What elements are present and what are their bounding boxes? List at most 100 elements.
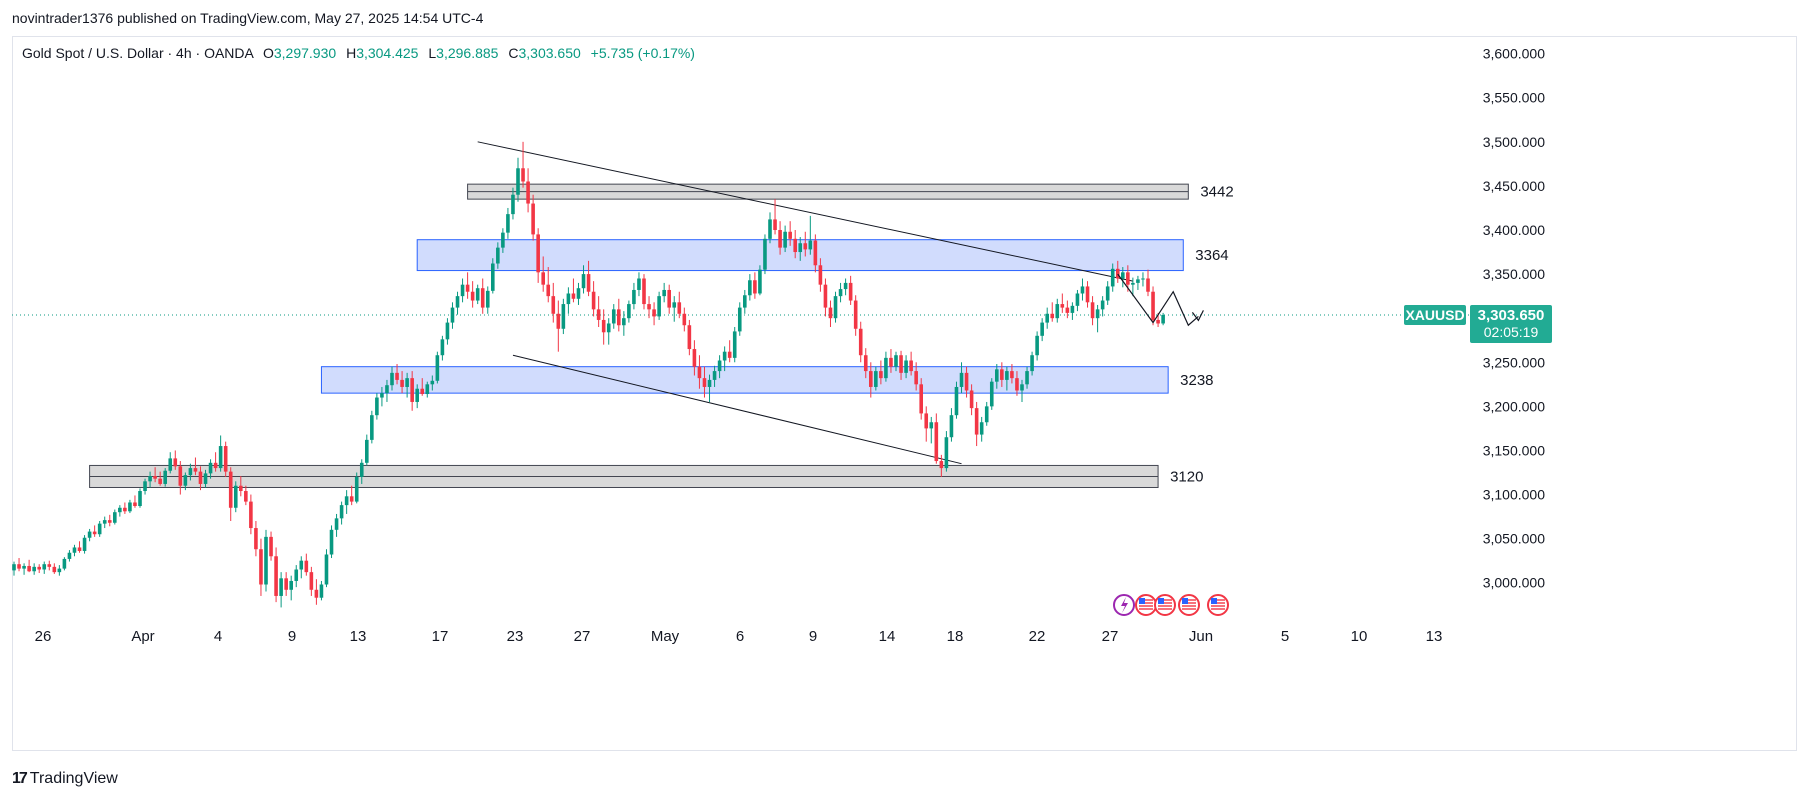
candle-body: [803, 243, 808, 250]
candle-body: [506, 214, 510, 233]
candle-body: [823, 284, 828, 308]
candle-body: [944, 437, 949, 469]
candle-body: [969, 390, 974, 409]
candle-body: [798, 243, 803, 253]
us-flag-canton: [1139, 598, 1145, 604]
candle-body: [929, 422, 934, 429]
candle-body: [647, 304, 651, 310]
candle-body: [410, 378, 414, 402]
candle-body: [1070, 305, 1075, 313]
x-tick-label: 9: [288, 628, 296, 645]
x-tick-label: 13: [1426, 628, 1443, 645]
candle-body: [213, 462, 218, 469]
tradingview-logo[interactable]: 17 TradingView: [12, 770, 118, 788]
candle-body: [460, 284, 465, 297]
us-flag-canton: [1211, 598, 1217, 604]
candle-body: [97, 523, 102, 535]
y-tick-label: 3,350.000: [1483, 266, 1545, 282]
price-chart[interactable]: 3442 3364 3238 3120 3,000.000 3,050.000 3,100.…: [0, 0, 1814, 800]
legend-open-label: O: [262, 45, 274, 61]
candle-body: [1105, 286, 1110, 301]
x-tick-label: 22: [1029, 628, 1046, 645]
candle-body: [606, 323, 611, 333]
y-tick-label: 3,100.000: [1483, 487, 1545, 503]
ticker-tag-label: XAUUSD: [1405, 307, 1464, 323]
candle-body: [889, 357, 893, 367]
y-tick-label: 3,500.000: [1483, 134, 1545, 150]
candle-body: [128, 502, 132, 512]
candle-body: [869, 371, 873, 387]
candle-body: [964, 372, 969, 391]
legend-symbol[interactable]: Gold Spot / U.S. Dollar · 4h · OANDA: [22, 45, 253, 61]
candle-body: [793, 238, 797, 253]
candle-body: [425, 384, 430, 395]
candle-body: [395, 372, 399, 380]
zone-label-3120: 3120: [1170, 468, 1203, 485]
candle-body: [652, 309, 656, 317]
candle-body: [198, 471, 203, 484]
candle-body: [995, 369, 999, 382]
candle-body: [264, 536, 268, 585]
candle-body: [1126, 272, 1130, 285]
candle-body: [586, 274, 591, 292]
x-tick-label: Jun: [1189, 628, 1213, 645]
candle-body: [123, 507, 127, 512]
candle-body: [415, 388, 419, 402]
candle-body: [445, 322, 450, 340]
candle-body: [788, 231, 792, 239]
candle-body: [254, 528, 258, 550]
candle-body: [511, 194, 515, 215]
candle-body: [642, 278, 646, 305]
price-tag[interactable]: XAUUSD 3,303.65002:05:19: [1404, 304, 1552, 343]
candle-body: [183, 475, 188, 486]
x-tick-label: 17: [432, 628, 449, 645]
candle-body: [77, 547, 82, 551]
candle-body: [193, 468, 198, 472]
legend-close-label: C: [508, 45, 519, 61]
candle-body: [319, 584, 324, 598]
candle-body: [47, 564, 52, 567]
candle-body: [27, 565, 31, 572]
candle-body: [239, 485, 243, 492]
candle-body: [133, 502, 137, 507]
y-tick-label: 3,450.000: [1483, 178, 1545, 194]
candle-body: [1045, 313, 1049, 323]
candle-body: [279, 578, 283, 596]
candle-body: [208, 462, 213, 474]
candle-body: [1156, 319, 1160, 324]
candle-body: [102, 520, 107, 524]
y-tick-label: 3,400.000: [1483, 222, 1545, 238]
y-tick-label: 3,050.000: [1483, 531, 1545, 547]
candle-body: [501, 232, 505, 248]
candle-body: [470, 291, 475, 301]
y-tick-label: 3,250.000: [1483, 354, 1545, 370]
candle-body: [591, 291, 596, 310]
candle-body: [359, 462, 364, 477]
x-tick-label: 13: [350, 628, 367, 645]
x-tick-label: 26: [35, 628, 52, 645]
candle-body: [979, 422, 984, 435]
us-flag-canton: [1158, 598, 1164, 604]
candle-body: [546, 284, 551, 297]
candle-body: [22, 565, 26, 569]
candle-body: [737, 307, 742, 332]
candle-body: [768, 219, 772, 239]
legend-open-value: 3,297.930: [273, 45, 337, 61]
candle-body: [838, 289, 843, 297]
projection-arrow-icon: [1191, 310, 1204, 322]
economic-events-row[interactable]: [1113, 594, 1229, 616]
candle-body: [712, 371, 717, 380]
candle-body: [1000, 369, 1004, 380]
price-tag-value: 3,303.650: [1478, 307, 1545, 324]
x-tick-label: 9: [809, 628, 817, 645]
candle-body: [304, 560, 309, 573]
candle-body: [773, 219, 777, 230]
candle-body: [919, 384, 923, 414]
candle-body: [62, 558, 67, 569]
candle-body: [87, 531, 92, 538]
candle-body: [939, 461, 944, 469]
candle-body: [717, 360, 722, 372]
candle-body: [400, 379, 404, 387]
candle-body: [269, 536, 273, 557]
candle-body: [1050, 313, 1055, 319]
